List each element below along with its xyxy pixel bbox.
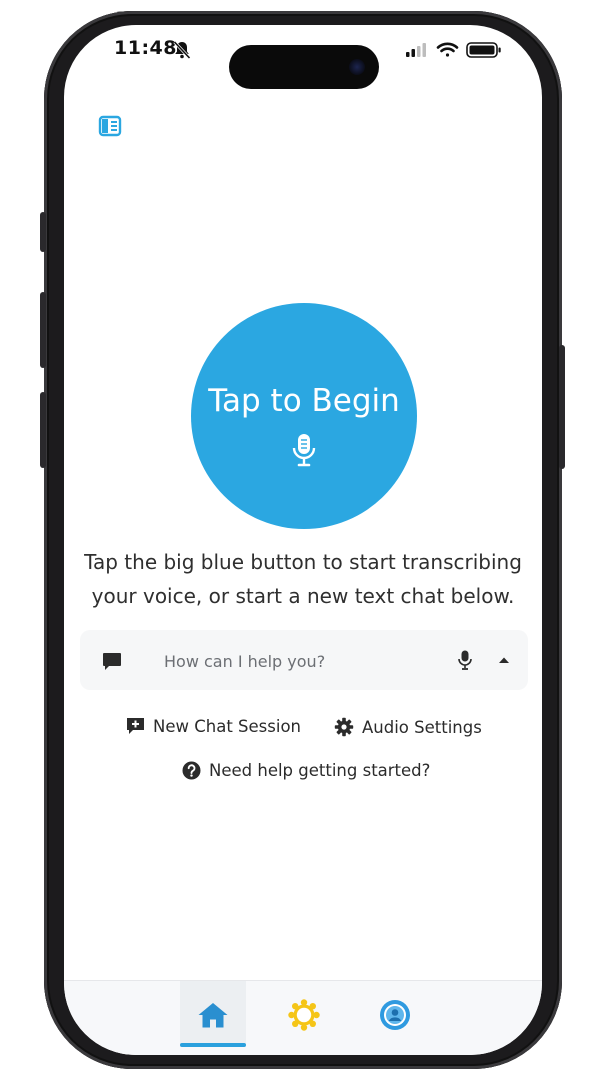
intro-line-2: your voice, or start a new text chat bel… (91, 584, 515, 608)
front-camera (349, 59, 365, 75)
tab-sun[interactable] (271, 981, 337, 1047)
tap-to-begin-button[interactable]: Tap to Begin (191, 303, 417, 529)
new-chat-session-button[interactable]: New Chat Session (126, 717, 301, 736)
wifi-icon (436, 42, 459, 57)
chat-plus-icon (127, 718, 144, 734)
audio-settings-label: Audio Settings (362, 717, 482, 737)
tab-profile[interactable] (362, 981, 428, 1047)
chat-bubble-icon (103, 653, 121, 670)
gear-icon (334, 717, 354, 737)
sun-icon (288, 999, 320, 1031)
power-button (559, 345, 565, 469)
action-button (40, 212, 46, 252)
microphone-icon[interactable] (458, 650, 472, 670)
bottom-tab-bar (64, 980, 542, 1055)
status-time: 11:48 (114, 37, 177, 59)
dynamic-island (229, 45, 379, 89)
chat-message-input[interactable] (162, 645, 446, 677)
tab-home[interactable] (180, 981, 246, 1047)
bell-slash-icon (173, 40, 191, 60)
tab-selected-indicator (180, 1043, 246, 1047)
question-circle-icon (182, 761, 201, 780)
new-chat-session-label: New Chat Session (153, 717, 301, 736)
cellular-signal-icon (406, 43, 426, 57)
audio-settings-button[interactable]: Audio Settings (334, 717, 482, 737)
home-icon (198, 1003, 228, 1028)
intro-line-1: Tap the big blue button to start transcr… (84, 550, 522, 574)
tap-to-begin-label: Tap to Begin (208, 383, 400, 419)
chat-input-bar (80, 630, 528, 690)
battery-icon (466, 42, 501, 58)
microphone-icon (292, 434, 316, 467)
volume-down-button (40, 392, 46, 468)
help-getting-started-link[interactable]: Need help getting started? (182, 761, 430, 780)
intro-text: Tap the big blue button to start transcr… (74, 545, 532, 613)
sidebar-panel-icon[interactable] (98, 115, 122, 137)
help-label: Need help getting started? (209, 761, 431, 780)
caret-up-icon[interactable] (498, 656, 510, 664)
volume-up-button (40, 292, 46, 368)
profile-badge-icon (380, 1000, 410, 1030)
app-screen: 11:48 Tap to Begin Tap the big blue butt… (64, 25, 542, 1055)
status-indicators (406, 42, 501, 58)
